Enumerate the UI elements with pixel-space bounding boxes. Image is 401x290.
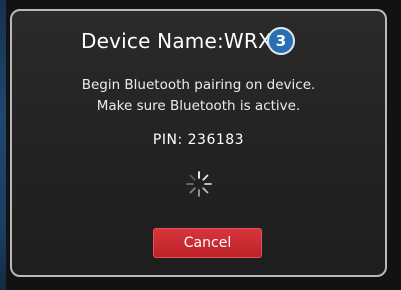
cancel-button[interactable]: Cancel (153, 228, 262, 258)
bluetooth-pairing-dialog: Device Name:WRX 3 Begin Bluetooth pairin… (10, 9, 387, 277)
dialog-header: Device Name:WRX 3 (12, 27, 385, 59)
dialog-title: Device Name:WRX (81, 29, 272, 53)
screen: Device Name:WRX 3 Begin Bluetooth pairin… (0, 0, 401, 290)
pin-code: PIN: 236183 (152, 132, 245, 148)
instruction-message: Begin Bluetooth pairing on device. Make … (12, 75, 385, 117)
side-accent-bar (0, 0, 6, 290)
instruction-line-2: Make sure Bluetooth is active. (96, 98, 301, 114)
instruction-line-1: Begin Bluetooth pairing on device. (81, 77, 316, 93)
step-number-badge: 3 (267, 27, 295, 55)
loading-spinner-icon (186, 171, 212, 197)
